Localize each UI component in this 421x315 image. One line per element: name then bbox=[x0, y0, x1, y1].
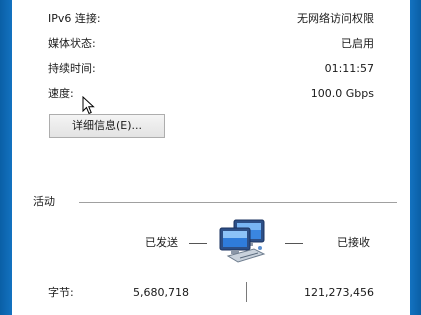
duration-label: 持续时间: bbox=[48, 62, 96, 75]
received-label: 已接收 bbox=[337, 236, 370, 249]
received-connector-line bbox=[285, 243, 303, 244]
details-button[interactable]: 详细信息(E)... bbox=[49, 114, 165, 138]
speed-value: 100.0 Gbps bbox=[310, 87, 374, 100]
activity-heading: 活动 bbox=[33, 195, 55, 208]
window-frame-right bbox=[410, 0, 421, 315]
media-state-value: 已启用 bbox=[341, 37, 374, 50]
window-frame-left bbox=[0, 0, 12, 315]
bytes-received-value: 121,273,456 bbox=[304, 286, 374, 299]
ipv6-connection-label: IPv6 连接: bbox=[48, 12, 101, 25]
media-state-label: 媒体状态: bbox=[48, 37, 96, 50]
duration-value: 01:11:57 bbox=[324, 62, 374, 75]
bytes-label: 字节: bbox=[48, 286, 74, 299]
speed-label: 速度: bbox=[48, 87, 74, 100]
bytes-sent-value: 5,680,718 bbox=[133, 286, 189, 299]
sent-label: 已发送 bbox=[145, 236, 178, 249]
network-computers-icon bbox=[219, 219, 266, 263]
mouse-cursor-icon bbox=[82, 96, 95, 115]
bytes-separator bbox=[246, 282, 247, 302]
activity-divider bbox=[79, 202, 397, 203]
sent-connector-line bbox=[189, 243, 207, 244]
ipv6-connection-value: 无网络访问权限 bbox=[297, 12, 374, 25]
